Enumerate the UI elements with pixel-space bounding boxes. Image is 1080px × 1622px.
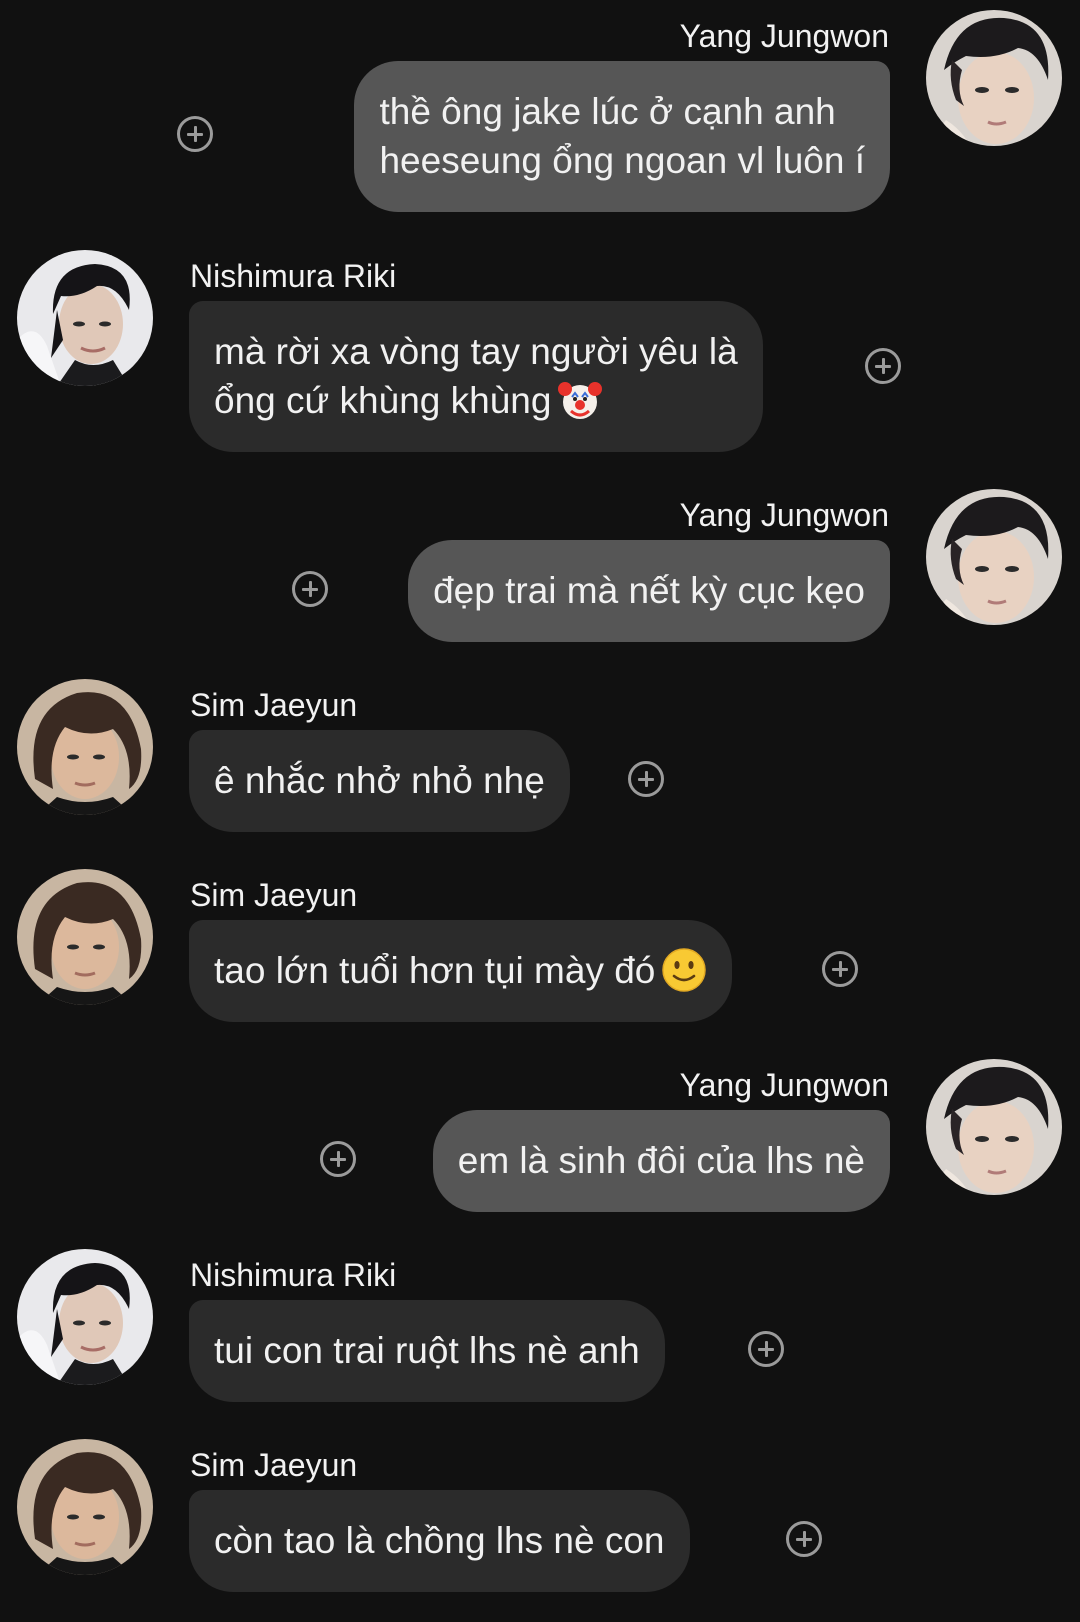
clown-face-emoji <box>557 377 603 423</box>
avatar-nishimura-riki[interactable] <box>17 250 153 386</box>
message-text: còn tao là chồng lhs nè con <box>214 1520 665 1561</box>
chat-thread: Yang Jungwon thề ông jake lúc ở cạnh anh… <box>0 0 1080 1622</box>
sender-name: Yang Jungwon <box>679 18 889 54</box>
add-reaction-icon[interactable] <box>177 116 213 152</box>
avatar-image <box>926 1059 1062 1195</box>
avatar-sim-jaeyun[interactable] <box>17 1439 153 1575</box>
message-bubble[interactable]: tui con trai ruột lhs nè anh <box>189 1300 665 1402</box>
avatar-yang-jungwon[interactable] <box>926 10 1062 146</box>
message-text: thề ông jake lúc ở cạnh anh <box>379 91 836 132</box>
message-bubble[interactable]: thề ông jake lúc ở cạnh anh heeseung ổng… <box>354 61 890 212</box>
sender-name: Sim Jaeyun <box>190 687 358 723</box>
add-reaction-icon[interactable] <box>865 348 901 384</box>
avatar-nishimura-riki[interactable] <box>17 1249 153 1385</box>
message-bubble[interactable]: mà rời xa vòng tay người yêu là ổng cứ k… <box>189 301 763 452</box>
avatar-image <box>17 869 153 1005</box>
avatar-image <box>926 10 1062 146</box>
avatar-image <box>17 679 153 815</box>
message-text: ổng cứ khùng khùng <box>214 380 552 421</box>
message-text: đẹp trai mà nết kỳ cục kẹo <box>433 570 865 611</box>
message-text: heeseung ổng ngoan vl luôn í <box>379 140 865 181</box>
avatar-yang-jungwon[interactable] <box>926 1059 1062 1195</box>
sender-name: Yang Jungwon <box>679 1067 889 1103</box>
avatar-yang-jungwon[interactable] <box>926 489 1062 625</box>
add-reaction-icon[interactable] <box>292 571 328 607</box>
message-line: tao lớn tuổi hơn tụi mày đó <box>214 946 707 995</box>
add-reaction-icon[interactable] <box>628 761 664 797</box>
avatar-image <box>926 489 1062 625</box>
message-text: ê nhắc nhở nhỏ nhẹ <box>214 760 545 801</box>
sender-name: Nishimura Riki <box>190 1257 397 1293</box>
sender-name: Nishimura Riki <box>190 258 397 294</box>
sender-name: Sim Jaeyun <box>190 1447 358 1483</box>
message-text: tao lớn tuổi hơn tụi mày đó <box>214 950 656 991</box>
sender-name: Sim Jaeyun <box>190 877 358 913</box>
message-bubble[interactable]: còn tao là chồng lhs nè con <box>189 1490 690 1592</box>
avatar-image <box>17 250 153 386</box>
sender-name: Yang Jungwon <box>679 497 889 533</box>
message-bubble[interactable]: tao lớn tuổi hơn tụi mày đó <box>189 920 733 1022</box>
message-text: tui con trai ruột lhs nè anh <box>214 1330 640 1371</box>
message-bubble[interactable]: ê nhắc nhở nhỏ nhẹ <box>189 730 570 832</box>
message-bubble[interactable]: em là sinh đôi của lhs nè <box>432 1110 890 1212</box>
avatar-image <box>17 1439 153 1575</box>
avatar-sim-jaeyun[interactable] <box>17 679 153 815</box>
add-reaction-icon[interactable] <box>748 1331 784 1367</box>
slightly-smiling-face-emoji <box>661 947 707 993</box>
message-text: em là sinh đôi của lhs nè <box>457 1140 865 1181</box>
avatar-image <box>17 1249 153 1385</box>
message-text: mà rời xa vòng tay người yêu là <box>214 331 738 372</box>
add-reaction-icon[interactable] <box>786 1521 822 1557</box>
add-reaction-icon[interactable] <box>320 1141 356 1177</box>
avatar-sim-jaeyun[interactable] <box>17 869 153 1005</box>
message-line: ổng cứ khùng khùng <box>214 376 738 425</box>
message-bubble[interactable]: đẹp trai mà nết kỳ cục kẹo <box>408 540 890 642</box>
add-reaction-icon[interactable] <box>822 951 858 987</box>
